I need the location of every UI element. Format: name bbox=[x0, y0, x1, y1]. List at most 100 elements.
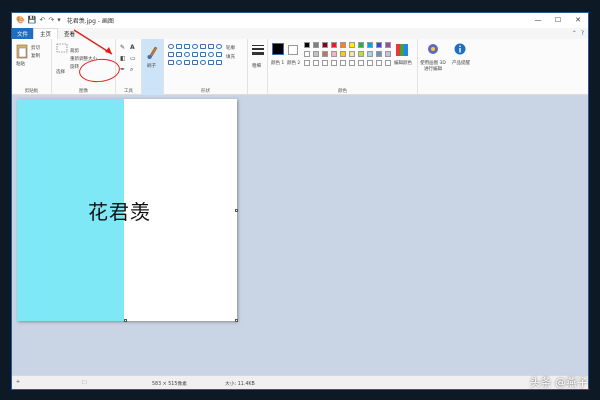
collapse-ribbon-icon[interactable]: ⌃ bbox=[572, 30, 577, 37]
shape-option[interactable] bbox=[176, 52, 182, 57]
shape-option[interactable] bbox=[192, 44, 198, 49]
shape-option[interactable] bbox=[184, 60, 190, 65]
palette-swatch[interactable] bbox=[367, 51, 373, 57]
palette-swatch[interactable] bbox=[385, 42, 391, 48]
paint3d-icon[interactable] bbox=[427, 43, 439, 55]
file-size-text: 大小: 11.4KB bbox=[225, 382, 255, 387]
palette-swatch[interactable] bbox=[358, 42, 364, 48]
palette-swatch[interactable] bbox=[313, 42, 319, 48]
rotate-button[interactable]: 旋转 bbox=[70, 64, 79, 70]
edit-colors-label[interactable]: 编辑颜色 bbox=[394, 60, 412, 66]
palette-swatch[interactable] bbox=[322, 51, 328, 57]
palette-swatch[interactable] bbox=[349, 60, 355, 66]
shape-option[interactable] bbox=[216, 44, 222, 49]
shape-option[interactable] bbox=[168, 60, 174, 65]
text-tool-icon[interactable]: A bbox=[130, 44, 135, 51]
shape-option[interactable] bbox=[200, 60, 206, 65]
palette-swatch[interactable] bbox=[358, 51, 364, 57]
palette-swatch[interactable] bbox=[331, 51, 337, 57]
palette-swatch[interactable] bbox=[313, 60, 319, 66]
brush-icon[interactable] bbox=[146, 43, 160, 59]
resize-handle-corner[interactable] bbox=[235, 319, 238, 322]
brushes-label[interactable]: 刷子 bbox=[147, 63, 156, 69]
line-size-icon[interactable] bbox=[252, 44, 264, 56]
shape-option[interactable] bbox=[184, 44, 190, 49]
palette-swatch[interactable] bbox=[331, 60, 337, 66]
palette-swatch[interactable] bbox=[376, 60, 382, 66]
palette-swatch[interactable] bbox=[304, 60, 310, 66]
shape-option[interactable] bbox=[176, 44, 182, 49]
shape-option[interactable] bbox=[200, 44, 206, 49]
tab-home[interactable]: 主页 bbox=[33, 28, 59, 39]
shape-option[interactable] bbox=[200, 52, 206, 57]
shape-option[interactable] bbox=[192, 52, 198, 57]
save-icon[interactable]: 💾 bbox=[28, 17, 37, 24]
shape-option[interactable] bbox=[168, 52, 174, 57]
shape-option[interactable] bbox=[176, 60, 182, 65]
resize-handle-right[interactable] bbox=[235, 209, 238, 212]
size-group: 粗细 bbox=[248, 39, 268, 95]
palette-swatch[interactable] bbox=[349, 42, 355, 48]
palette-swatch[interactable] bbox=[304, 42, 310, 48]
redo-icon[interactable]: ↷ bbox=[48, 17, 54, 24]
shape-option[interactable] bbox=[192, 60, 198, 65]
palette-swatch[interactable] bbox=[349, 51, 355, 57]
select-icon[interactable] bbox=[56, 43, 68, 55]
color2-swatch[interactable] bbox=[288, 45, 298, 55]
shape-option[interactable] bbox=[208, 60, 214, 65]
palette-swatch[interactable] bbox=[331, 42, 337, 48]
shape-option[interactable] bbox=[208, 52, 214, 57]
paint3d-group: 使用画图 3D 进行编辑 bbox=[418, 39, 448, 95]
alert-label[interactable]: 产品提醒 bbox=[448, 60, 474, 66]
shape-option[interactable] bbox=[208, 44, 214, 49]
clipboard-group-label: 剪贴板 bbox=[24, 89, 39, 94]
color-picker-icon[interactable]: ✒ bbox=[120, 66, 125, 73]
palette-swatch[interactable] bbox=[340, 60, 346, 66]
palette-swatch[interactable] bbox=[322, 42, 328, 48]
dropdown-icon[interactable]: ▾ bbox=[57, 17, 61, 24]
info-icon[interactable] bbox=[454, 43, 466, 55]
shapes-group-label: 形状 bbox=[201, 89, 210, 94]
paint3d-label[interactable]: 使用画图 3D 进行编辑 bbox=[418, 60, 448, 72]
palette-swatch[interactable] bbox=[385, 51, 391, 57]
palette-swatch[interactable] bbox=[340, 51, 346, 57]
copy-button[interactable]: 复制 bbox=[31, 53, 40, 59]
select-label[interactable]: 选择 bbox=[56, 69, 65, 75]
title-bar: 🎨 💾 ↶ ↷ ▾ 花君羡.jpg - 画图 — ☐ ✕ bbox=[12, 13, 588, 28]
minimize-icon[interactable]: — bbox=[528, 13, 548, 28]
palette-swatch[interactable] bbox=[385, 60, 391, 66]
palette-swatch[interactable] bbox=[367, 42, 373, 48]
size-label[interactable]: 粗细 bbox=[252, 63, 261, 69]
drawing-canvas[interactable]: 花君羡 bbox=[17, 99, 238, 322]
edit-colors-icon[interactable] bbox=[396, 44, 408, 56]
palette-swatch[interactable] bbox=[313, 51, 319, 57]
close-icon[interactable]: ✕ bbox=[568, 13, 588, 28]
shape-option[interactable] bbox=[168, 44, 174, 49]
palette-swatch[interactable] bbox=[376, 42, 382, 48]
paste-icon[interactable] bbox=[16, 43, 28, 59]
color1-swatch[interactable] bbox=[272, 43, 284, 55]
palette-swatch[interactable] bbox=[376, 51, 382, 57]
magnifier-icon[interactable]: ⌕ bbox=[130, 66, 133, 74]
palette-swatch[interactable] bbox=[304, 51, 310, 57]
resize-handle-bottom[interactable] bbox=[124, 319, 127, 322]
color1-label[interactable]: 颜色 1 bbox=[271, 60, 284, 66]
palette-swatch[interactable] bbox=[367, 60, 373, 66]
palette-swatch[interactable] bbox=[358, 60, 364, 66]
canvas-area[interactable]: 花君羡 bbox=[12, 95, 588, 377]
shape-option[interactable] bbox=[216, 60, 222, 65]
cut-button[interactable]: 剪切 bbox=[31, 45, 40, 51]
maximize-icon[interactable]: ☐ bbox=[548, 13, 568, 28]
eraser-icon[interactable]: ▭ bbox=[130, 55, 136, 62]
tab-file[interactable]: 文件 bbox=[12, 28, 34, 39]
help-icon[interactable]: ? bbox=[581, 30, 584, 37]
paste-label[interactable]: 粘贴 bbox=[16, 61, 25, 67]
palette-swatch[interactable] bbox=[340, 42, 346, 48]
fill-button[interactable]: 填充 bbox=[226, 54, 235, 60]
shape-option[interactable] bbox=[184, 52, 190, 57]
undo-icon[interactable]: ↶ bbox=[39, 17, 45, 24]
palette-swatch[interactable] bbox=[322, 60, 328, 66]
color2-label[interactable]: 颜色 2 bbox=[287, 60, 300, 66]
shape-option[interactable] bbox=[216, 52, 222, 57]
outline-button[interactable]: 轮廓 bbox=[226, 45, 235, 51]
